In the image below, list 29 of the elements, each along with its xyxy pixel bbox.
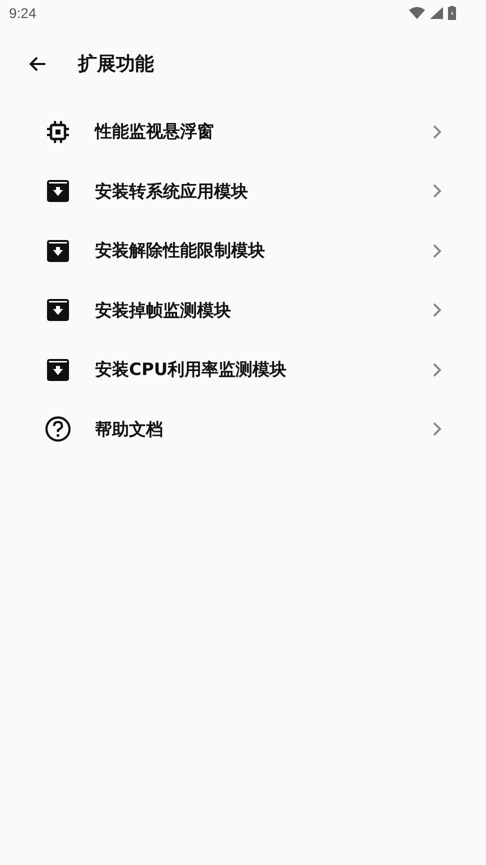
menu-item[interactable]: 安装转系统应用模块 (0, 162, 486, 221)
menu-item-label: 安装解除性能限制模块 (95, 240, 266, 262)
signal-icon (430, 7, 443, 19)
menu-item-label: 安装转系统应用模块 (95, 180, 249, 203)
download-box-icon (45, 238, 71, 263)
chevron-right-icon (432, 183, 442, 200)
chip-icon (45, 120, 71, 144)
download-box-icon (45, 298, 71, 322)
chevron-right-icon (432, 421, 442, 438)
menu-item[interactable]: 帮助文档 (0, 400, 486, 459)
battery-icon (448, 6, 456, 20)
chevron-right-icon (432, 302, 442, 318)
chevron-right-icon (432, 124, 442, 140)
menu-item-label: 安装CPU利用率监测模块 (95, 359, 288, 382)
status-time: 9:24 (9, 5, 36, 21)
menu-item[interactable]: 安装CPU利用率监测模块 (0, 340, 486, 400)
help-icon (45, 416, 71, 442)
chevron-right-icon (432, 242, 442, 259)
menu-item[interactable]: 性能监视悬浮窗 (0, 102, 486, 162)
download-box-icon (45, 179, 71, 204)
download-box-icon (45, 358, 71, 382)
menu-item[interactable]: 安装掉帧监测模块 (0, 280, 486, 340)
chevron-right-icon (432, 362, 442, 378)
page-title: 扩展功能 (78, 52, 154, 77)
wifi-icon (409, 7, 425, 19)
menu-item[interactable]: 安装解除性能限制模块 (0, 221, 486, 280)
menu-item-label: 安装掉帧监测模块 (95, 300, 232, 322)
menu-item-label: 性能监视悬浮窗 (95, 121, 215, 144)
menu-item-label: 帮助文档 (95, 418, 164, 441)
